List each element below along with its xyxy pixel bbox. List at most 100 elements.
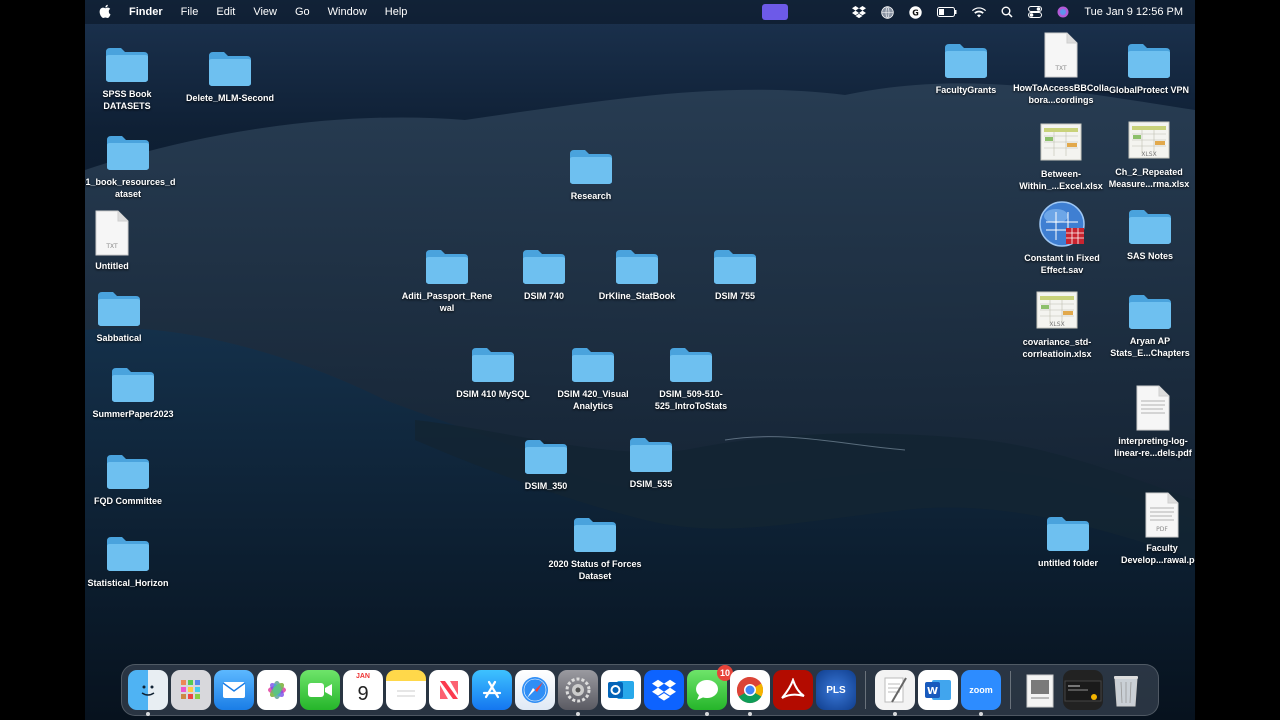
- desktop-folder-sas-notes[interactable]: SAS Notes: [1102, 200, 1195, 262]
- folder-icon: [1102, 200, 1195, 246]
- desktop-folder-01-book-resources-dataset[interactable]: 01_book_resources_dataset: [85, 126, 176, 200]
- desktop-folder-research[interactable]: Research: [543, 140, 639, 202]
- desktop-icon-label: HowToAccessBBCollabora...cordings: [1013, 83, 1109, 105]
- wifi-icon[interactable]: [972, 5, 987, 19]
- desktop-folder-dsim-420-visual-analytics[interactable]: DSIM 420_Visual Analytics: [545, 338, 641, 412]
- desktop-screen: Finder File Edit View Go Window Help G T…: [85, 0, 1195, 720]
- desktop-icon-label: Constant in Fixed Effect.sav: [1024, 253, 1100, 275]
- folder-icon: [85, 445, 176, 491]
- desktop-icon-label: untitled folder: [1038, 558, 1098, 568]
- dock-messages-icon[interactable]: 10: [687, 665, 733, 716]
- dock-outlook-icon[interactable]: [601, 670, 641, 710]
- desktop-folder-fqd-committee[interactable]: FQD Committee: [85, 445, 176, 507]
- menu-go[interactable]: Go: [295, 6, 310, 18]
- desktop-folder-2020-status-of-forces-dataset[interactable]: 2020 Status of Forces Dataset: [547, 508, 643, 582]
- desktop-folder-globalprotect-vpn[interactable]: GlobalProtect VPN: [1101, 34, 1195, 96]
- desktop-folder-drkline-statbook[interactable]: DrKline_StatBook: [589, 240, 685, 302]
- dock-smartpls-icon[interactable]: PLS: [816, 670, 856, 710]
- spotlight-search-icon[interactable]: [1000, 5, 1014, 19]
- desktop-xlsx-covariance-std-corrleatioin-xlsx[interactable]: XLSX covariance_std-corrleatioin.xlsx: [1009, 286, 1105, 360]
- desktop-xlsx-between-within-excel-xlsx[interactable]: Between-Within_...Excel.xlsx: [1013, 118, 1109, 192]
- menu-window[interactable]: Window: [328, 6, 367, 18]
- dock-finder-icon[interactable]: [128, 670, 168, 716]
- menu-app-name[interactable]: Finder: [129, 6, 163, 18]
- dock-acrobat-icon[interactable]: [773, 670, 813, 710]
- menu-help[interactable]: Help: [385, 6, 408, 18]
- folder-icon: [399, 240, 495, 286]
- desktop-folder-delete-mlm-second[interactable]: Delete_MLM-Second: [182, 42, 278, 104]
- folder-icon: [85, 358, 181, 404]
- control-center-icon[interactable]: [1028, 5, 1043, 19]
- menu-view[interactable]: View: [253, 6, 277, 18]
- desktop-txt-howtoaccessbbcollabora-cordings[interactable]: TXT HowToAccessBBCollabora...cordings: [1013, 32, 1109, 106]
- sav-file-icon: [1014, 201, 1110, 248]
- dock-preview-icon[interactable]: [1020, 670, 1060, 710]
- desktop-icon-label: Aryan AP Stats_E...Chapters: [1110, 336, 1190, 358]
- dock-trash-icon[interactable]: [1106, 670, 1146, 710]
- desktop-pdf-interpreting-log-linear-re-dels-pdf[interactable]: interpreting-log-linear-re...dels.pdf: [1105, 385, 1195, 459]
- dock-notes-icon[interactable]: [386, 670, 426, 710]
- siri-icon[interactable]: [1056, 5, 1070, 19]
- desktop-folder-statistical-horizon[interactable]: Statistical_Horizon: [85, 527, 176, 589]
- desktop-pdf-faculty-develop-rawal-pdf[interactable]: PDF Faculty Develop...rawal.pdf: [1114, 492, 1195, 566]
- desktop-xlsx-ch-2-repeated-measure-rma-xlsx[interactable]: XLSX Ch_2_Repeated Measure...rma.xlsx: [1101, 116, 1195, 190]
- dock-launchpad-icon[interactable]: [171, 670, 211, 710]
- desktop-folder-dsim-410-mysql[interactable]: DSIM 410 MySQL: [445, 338, 541, 400]
- dock-word-icon[interactable]: W: [918, 670, 958, 710]
- desktop-icon-label: Between-Within_...Excel.xlsx: [1019, 169, 1103, 191]
- desktop-icon-label: DSIM 755: [714, 291, 756, 301]
- dock-news-icon[interactable]: [429, 670, 469, 710]
- dock-calendar-icon[interactable]: JAN 9: [343, 670, 383, 710]
- desktop-folder-facultygrants[interactable]: FacultyGrants: [918, 34, 1014, 96]
- svg-text:TXT: TXT: [105, 243, 118, 250]
- desktop-folder-dsim-350[interactable]: DSIM_350: [498, 430, 594, 492]
- desktop-icon-label: Delete_MLM-Second: [185, 93, 274, 103]
- dock-separator: [1010, 671, 1011, 709]
- xlsx-file-icon: XLSX: [1009, 286, 1105, 332]
- desktop-folder-untitled-folder[interactable]: untitled folder: [1020, 507, 1116, 569]
- menu-file[interactable]: File: [181, 6, 199, 18]
- menu-edit[interactable]: Edit: [216, 6, 235, 18]
- desktop-folder-sabbatical[interactable]: Sabbatical: [85, 282, 167, 344]
- desktop-icon-label: Research: [570, 191, 612, 201]
- dock-facetime-icon[interactable]: [300, 670, 340, 710]
- desktop-folder-aditi-passport-renewal[interactable]: Aditi_Passport_Renewal: [399, 240, 495, 314]
- dock-chrome-icon[interactable]: [730, 670, 770, 716]
- desktop-folder-summerpaper2023[interactable]: SummerPaper2023: [85, 358, 181, 420]
- dock-photos-icon[interactable]: [257, 670, 297, 710]
- dock-safari-icon[interactable]: [515, 670, 555, 710]
- desktop-txt-untitled[interactable]: TXT Untitled: [85, 210, 160, 272]
- desktop-icon-label: DSIM_509-510-525_IntroToStats: [654, 389, 728, 411]
- desktop-folder-dsim-535[interactable]: DSIM_535: [603, 428, 699, 490]
- dock-textedit-icon[interactable]: [875, 670, 915, 716]
- desktop-icon-label: Sabbatical: [96, 333, 142, 343]
- dropbox-icon[interactable]: [852, 5, 867, 19]
- dock-mail-icon[interactable]: [214, 670, 254, 710]
- dock: JAN 9 10 PLS Wzoom: [121, 664, 1159, 716]
- battery-icon[interactable]: [936, 5, 958, 19]
- xlsx-file-icon: [1013, 118, 1109, 164]
- desktop-folder-dsim-740[interactable]: DSIM 740: [496, 240, 592, 302]
- dock-system-settings-icon[interactable]: [558, 670, 598, 716]
- screen-mirroring-icon[interactable]: [762, 4, 789, 20]
- calendar-day: 9: [357, 682, 369, 705]
- running-indicator: [576, 712, 580, 716]
- apple-menu-icon[interactable]: [99, 4, 111, 21]
- desktop-icon-label: SPSS Book DATASETS: [102, 89, 152, 111]
- dock-zoom-icon[interactable]: zoom: [961, 670, 1001, 716]
- running-indicator: [893, 712, 897, 716]
- desktop-folder-dsim-509-510-525-introtostats[interactable]: DSIM_509-510-525_IntroToStats: [643, 338, 739, 412]
- dock-minimized-window-icon[interactable]: [1063, 670, 1103, 710]
- grammarly-icon[interactable]: G: [908, 5, 922, 19]
- folder-icon: [1101, 34, 1195, 80]
- desktop-folder-spss-book-datasets[interactable]: SPSS Book DATASETS: [85, 38, 175, 112]
- dock-app-store-icon[interactable]: [472, 670, 512, 710]
- dock-dropbox-icon[interactable]: [644, 670, 684, 710]
- desktop-icon-label: covariance_std-corrleatioin.xlsx: [1022, 337, 1092, 359]
- folder-icon: [498, 430, 594, 476]
- desktop-sav-constant-in-fixed-effect-sav[interactable]: Constant in Fixed Effect.sav: [1014, 201, 1110, 276]
- desktop-folder-aryan-ap-stats-e-chapters[interactable]: Aryan AP Stats_E...Chapters: [1102, 285, 1195, 359]
- vpn-globe-icon[interactable]: [880, 5, 894, 19]
- desktop-folder-dsim-755[interactable]: DSIM 755: [687, 240, 783, 302]
- menu-bar-clock[interactable]: Tue Jan 9 12:56 PM: [1084, 6, 1183, 18]
